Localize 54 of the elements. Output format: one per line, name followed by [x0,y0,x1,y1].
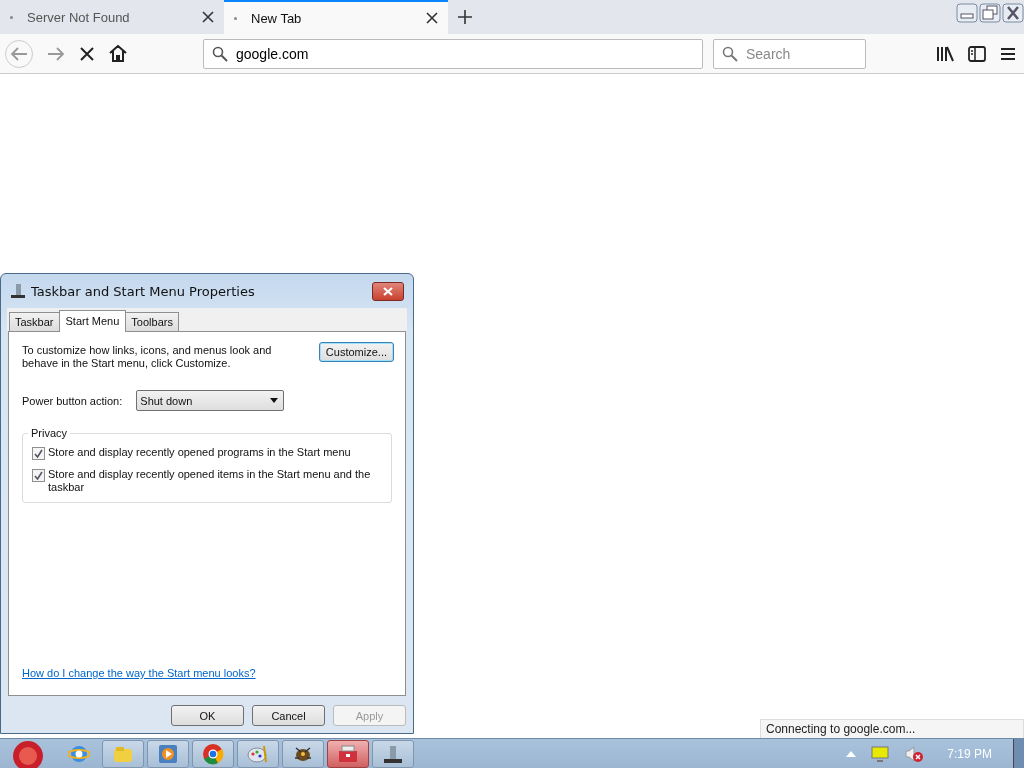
customize-button[interactable]: Customize... [318,342,394,362]
dot-icon [10,15,13,19]
power-label: Power button action: [22,394,123,407]
restore-icon[interactable] [979,3,1001,23]
search-icon [722,45,738,62]
close-icon[interactable] [426,12,438,24]
search-icon [212,45,228,62]
browser-tab[interactable]: New Tab [224,0,448,34]
media-player-icon [158,743,178,764]
dialog-button[interactable]: OK [171,705,244,726]
new-tab-icon[interactable] [458,10,472,24]
close-icon [383,286,393,296]
forward-icon[interactable] [47,45,65,62]
toolbox-icon [337,743,359,764]
speaker-muted-icon[interactable] [904,744,925,763]
palette-icon [247,743,269,764]
help-link[interactable]: How do I change the way the Start menu looks? [22,667,256,679]
back-icon [10,45,28,62]
group-legend: Privacy [28,427,71,439]
checkbox-label: Store and display recently opened programs in the Start menu [48,446,352,459]
search-field[interactable]: Search [713,38,866,69]
taskbar-button[interactable] [282,739,324,768]
window-title: Taskbar and Start Menu Properties [31,283,255,299]
close-icon[interactable] [202,11,214,23]
taskbar-icon [383,743,403,764]
clock-text: 7:19 PM [947,746,992,761]
stop-icon[interactable] [79,45,95,62]
power-dropdown[interactable]: Shut down [136,390,285,411]
sidebar-icon[interactable] [968,45,986,62]
close-button[interactable] [372,281,404,301]
taskbar-icon [10,283,26,299]
browser-tab[interactable]: Server Not Found [0,0,224,34]
status-text: Connecting to google.com... [760,719,1024,739]
address-field[interactable]: google.com [203,38,703,69]
browser-icon [202,742,224,765]
taskbar-button[interactable] [327,739,369,768]
dropdown-arrow-icon [270,398,279,403]
show-desktop-button[interactable] [1013,738,1024,768]
monitor-icon[interactable] [871,745,890,762]
dialog-tab[interactable]: Toolbars [125,312,179,331]
checkbox[interactable] [32,447,45,460]
dialog-button[interactable]: Cancel [252,705,325,726]
menu-icon[interactable] [1000,46,1016,61]
dialog-tab[interactable]: Taskbar [9,312,60,331]
checkbox-label: Store and display recently opened items in the Start menu and the taskbar [48,468,372,494]
dialog-tab[interactable]: Start Menu [58,310,127,332]
checkbox[interactable] [32,469,45,482]
minimize-icon[interactable] [956,3,978,23]
close-icon[interactable] [1002,3,1024,23]
home-icon[interactable] [109,45,127,62]
dot-icon [234,16,237,20]
library-icon[interactable] [936,45,954,62]
description-text: To customize how links, icons, and menus look and behave in the Start menu, click Customize. [22,344,273,370]
taskbar-button[interactable] [372,739,414,768]
